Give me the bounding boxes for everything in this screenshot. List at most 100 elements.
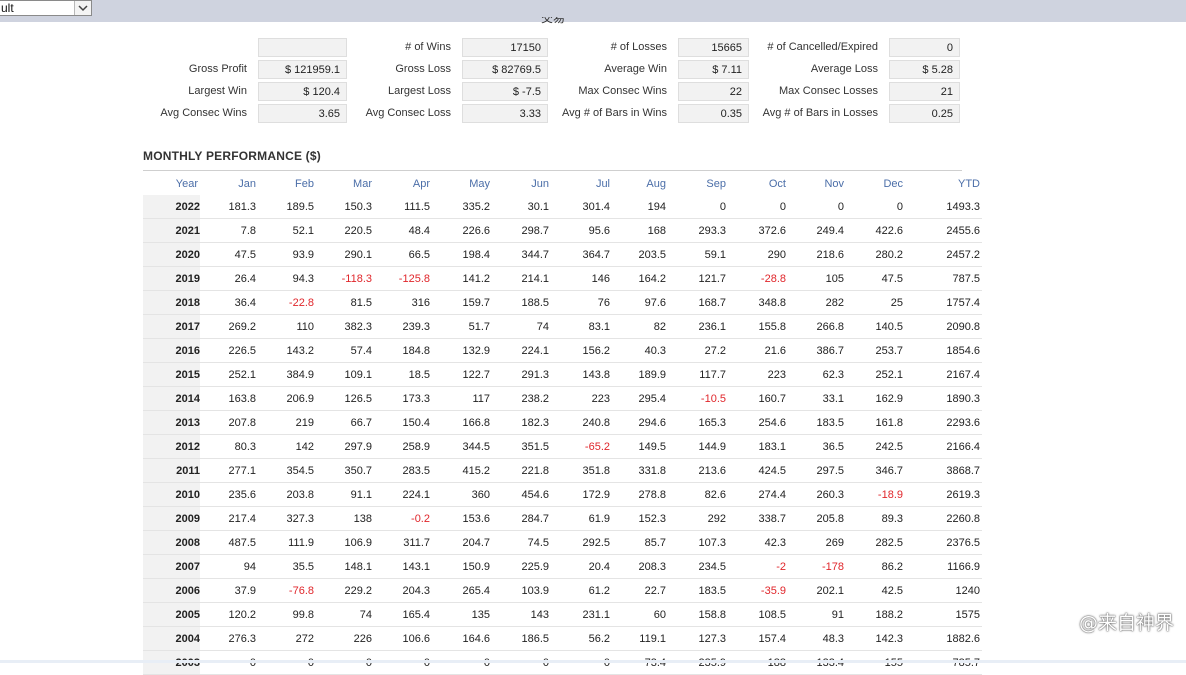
stat-value: 22	[678, 81, 749, 101]
table-cell: 454.6	[492, 482, 551, 507]
table-row: 2008 487.5 111.9 106.9 311.7 204.7 74.5 292.5 85…	[143, 530, 982, 555]
table-cell: 157.4	[728, 626, 788, 651]
table-cell: 272	[258, 626, 316, 651]
table-cell: 238.2	[492, 386, 551, 411]
table-cell: 372.6	[728, 218, 788, 243]
table-cell: 74.5	[492, 530, 551, 555]
table-cell: -125.8	[374, 266, 432, 291]
table-cell: 168.7	[668, 290, 728, 315]
table-cell: 143	[492, 602, 551, 627]
stat-value: 0	[889, 37, 960, 57]
table-cell: 30.1	[492, 195, 551, 219]
table-cell: 292	[668, 506, 728, 531]
table-cell: 348.8	[728, 290, 788, 315]
table-cell: 294.6	[612, 410, 668, 435]
table-cell: 291.3	[492, 362, 551, 387]
table-cell: 117	[432, 386, 492, 411]
year-cell: 2004	[143, 626, 200, 651]
table-cell: 335.2	[432, 195, 492, 219]
table-cell: 22.7	[612, 578, 668, 603]
table-cell: 85.7	[612, 530, 668, 555]
table-cell: 295.4	[612, 386, 668, 411]
table-cell: 327.3	[258, 506, 316, 531]
column-header: Aug	[646, 178, 666, 190]
table-cell: 42.5	[846, 578, 905, 603]
table-cell: 293.3	[668, 218, 728, 243]
table-row: 2010 235.6 203.8 91.1 224.1 360 454.6 172.9 278.…	[143, 482, 982, 507]
layout-dropdown[interactable]: ult	[0, 0, 92, 16]
table-row: 2005 120.2 99.8 74 165.4 135 143 231.1 60 158.8 10…	[143, 602, 982, 627]
stat-label: Average Win	[604, 63, 667, 75]
table-cell: 282	[788, 290, 846, 315]
section-divider	[143, 170, 962, 171]
table-cell: 165.4	[374, 602, 432, 627]
table-cell: 119.1	[612, 626, 668, 651]
table-cell: 219	[258, 410, 316, 435]
table-cell: 89.3	[846, 506, 905, 531]
table-cell: 142.3	[846, 626, 905, 651]
stat-label: Avg # of Bars in Losses	[762, 107, 878, 119]
table-cell: 221.8	[492, 458, 551, 483]
table-cell: 106.6	[374, 626, 432, 651]
stat-label: Gross Loss	[395, 63, 451, 75]
table-cell: 183.5	[788, 410, 846, 435]
stat-value: 3.65	[258, 103, 347, 123]
table-cell: 110	[258, 314, 316, 339]
year-cell: 2010	[143, 482, 200, 507]
table-cell: 301.4	[551, 195, 612, 219]
column-header: Apr	[412, 178, 430, 190]
table-cell: 280.2	[846, 242, 905, 267]
table-cell: 159.7	[432, 290, 492, 315]
table-cell: 36.4	[200, 290, 258, 315]
table-cell: 218.6	[788, 242, 846, 267]
table-cell: 205.8	[788, 506, 846, 531]
table-cell: 47.5	[200, 242, 258, 267]
table-row: 2006 37.9 -76.8 229.2 204.3 265.4 103.9 61.2 22.…	[143, 578, 982, 603]
table-cell: -18.9	[846, 482, 905, 507]
column-header: Dec	[883, 178, 903, 190]
year-cell: 2019	[143, 266, 200, 291]
table-cell: 164.6	[432, 626, 492, 651]
table-cell: 1854.6	[905, 338, 982, 363]
table-row: 2009 217.4 327.3 138 -0.2 153.6 284.7 61.9 152.3…	[143, 506, 982, 531]
table-cell: 254.6	[728, 410, 788, 435]
table-cell: 194	[612, 195, 668, 219]
table-cell: 231.1	[551, 602, 612, 627]
table-cell: 1882.6	[905, 626, 982, 651]
table-cell: 204.3	[374, 578, 432, 603]
table-cell: 109.1	[316, 362, 374, 387]
table-cell: 487.5	[200, 530, 258, 555]
table-cell: 204.7	[432, 530, 492, 555]
column-header: Jun	[531, 178, 549, 190]
table-cell: 80.3	[200, 434, 258, 459]
table-cell: 150.3	[316, 195, 374, 219]
table-cell: 239.3	[374, 314, 432, 339]
table-cell: 282.5	[846, 530, 905, 555]
table-cell: 142	[258, 434, 316, 459]
table-cell: 249.4	[788, 218, 846, 243]
table-cell: 203.8	[258, 482, 316, 507]
table-cell: 422.6	[846, 218, 905, 243]
table-cell: 297.9	[316, 434, 374, 459]
year-cell: 2007	[143, 554, 200, 579]
stat-label: Max Consec Losses	[778, 85, 878, 97]
table-cell: -28.8	[728, 266, 788, 291]
table-cell: 0	[788, 195, 846, 219]
table-cell: 138	[316, 506, 374, 531]
table-cell: 122.7	[432, 362, 492, 387]
table-cell: 225.9	[492, 554, 551, 579]
table-cell: 236.1	[668, 314, 728, 339]
table-cell: 152.3	[612, 506, 668, 531]
table-cell: 350.7	[316, 458, 374, 483]
year-cell: 2009	[143, 506, 200, 531]
year-cell: 2008	[143, 530, 200, 555]
table-cell: 181.3	[200, 195, 258, 219]
stat-label: Avg Consec Wins	[160, 107, 247, 119]
table-cell: 214.1	[492, 266, 551, 291]
table-cell: 146	[551, 266, 612, 291]
table-cell: -22.8	[258, 290, 316, 315]
chevron-down-icon[interactable]	[74, 1, 91, 15]
table-cell: 217.4	[200, 506, 258, 531]
table-cell: 148.1	[316, 554, 374, 579]
year-cell: 2022	[143, 195, 200, 219]
